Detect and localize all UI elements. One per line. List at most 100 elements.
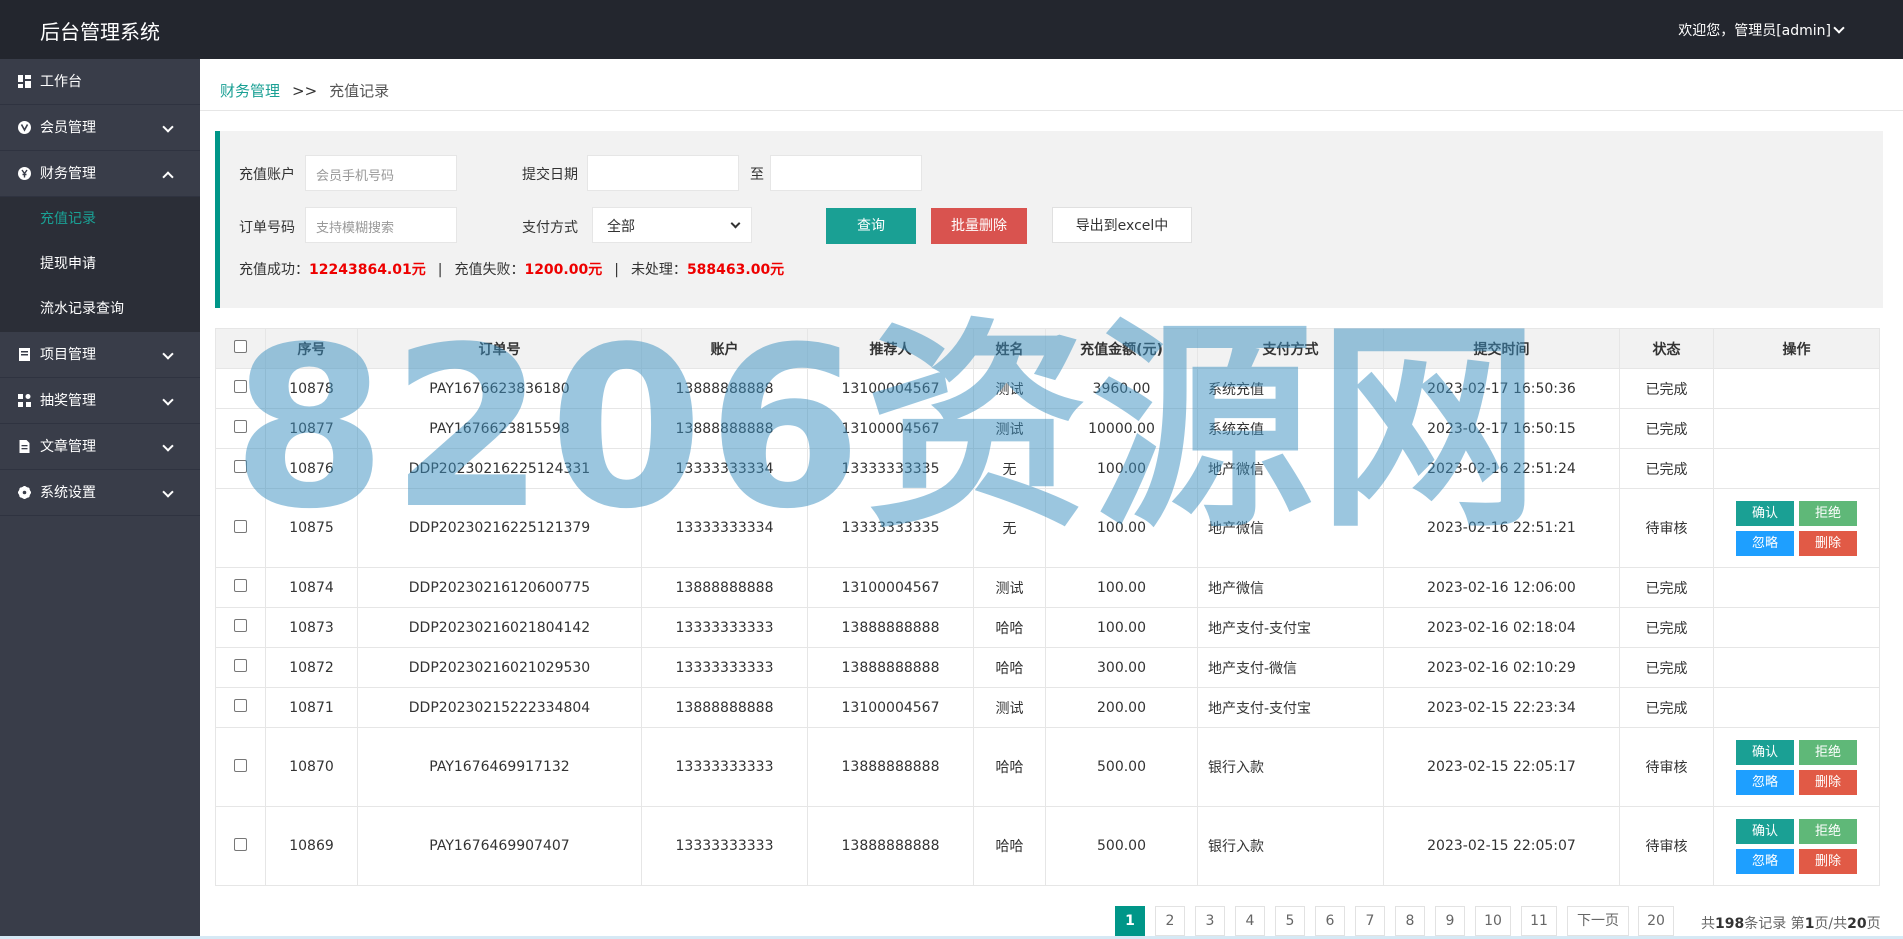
page-button[interactable]: 9 — [1435, 906, 1465, 936]
delete-button[interactable]: 删除 — [1799, 530, 1857, 556]
cell-select[interactable] — [215, 567, 266, 608]
row-checkbox[interactable] — [234, 460, 247, 473]
confirm-button[interactable]: 确认 — [1736, 818, 1794, 844]
sidebar-subitem-withdraw[interactable]: 提现申请 — [0, 242, 200, 287]
user-menu[interactable]: 欢迎您，管理员[admin] — [1678, 20, 1845, 40]
reject-button[interactable]: 拒绝 — [1799, 739, 1857, 765]
account-input[interactable]: 会员手机号码 — [305, 155, 457, 191]
date-to-input[interactable] — [770, 155, 922, 191]
cell-select[interactable] — [215, 806, 266, 886]
ignore-button[interactable]: 忽略 — [1736, 769, 1794, 795]
row-checkbox[interactable] — [234, 420, 247, 433]
stats-divider: | — [614, 262, 619, 278]
sidebar-item-projects[interactable]: 项目管理 — [0, 332, 200, 378]
cell-referrer: 13888888888 — [807, 806, 974, 886]
pay-method-select[interactable]: 全部 — [592, 207, 752, 243]
order-input[interactable]: 支持模糊搜索 — [305, 207, 457, 243]
select-all-checkbox[interactable] — [234, 340, 247, 353]
cell-time: 2023-02-15 22:05:07 — [1383, 806, 1620, 886]
page-button[interactable]: 8 — [1395, 906, 1425, 936]
cell-actions — [1713, 408, 1880, 449]
cell-select[interactable] — [215, 727, 266, 807]
page-button[interactable]: 3 — [1195, 906, 1225, 936]
cell-select[interactable] — [215, 687, 266, 728]
row-checkbox[interactable] — [234, 579, 247, 592]
sidebar-item-dashboard[interactable]: 工作台 — [0, 59, 200, 105]
cell-select[interactable] — [215, 448, 266, 489]
confirm-button[interactable]: 确认 — [1736, 500, 1794, 526]
cell-status: 已完成 — [1619, 647, 1714, 688]
cell-time: 2023-02-17 16:50:36 — [1383, 368, 1620, 409]
table-row: 10871 DDP20230215222334804 13888888888 1310… — [215, 687, 1880, 728]
page-button[interactable]: 1 — [1115, 906, 1145, 936]
cell-select[interactable] — [215, 408, 266, 449]
page-button[interactable]: 6 — [1315, 906, 1345, 936]
row-checkbox[interactable] — [234, 519, 247, 533]
sidebar-item-members[interactable]: 会员管理 — [0, 105, 200, 151]
row-checkbox[interactable] — [234, 380, 247, 393]
sidebar-item-lottery[interactable]: 抽奖管理 — [0, 378, 200, 424]
reject-button[interactable]: 拒绝 — [1799, 500, 1857, 526]
query-button[interactable]: 查询 — [826, 208, 916, 244]
cell-name: 哈哈 — [973, 647, 1046, 688]
confirm-button[interactable]: 确认 — [1736, 739, 1794, 765]
row-checkbox[interactable] — [234, 659, 247, 672]
page-button[interactable]: 11 — [1521, 906, 1557, 936]
cell-amount: 10000.00 — [1045, 408, 1198, 449]
cell-order: DDP20230215222334804 — [357, 687, 642, 728]
row-actions: 确认 拒绝 忽略 删除 — [1736, 500, 1857, 556]
cell-id: 10875 — [265, 488, 358, 568]
breadcrumb-separator: >> — [292, 82, 318, 100]
cell-order: PAY1676623836180 — [357, 368, 642, 409]
filter-panel: 充值账户 会员手机号码 提交日期 至 订单号码 支持模糊搜索 支付方式 全部 查… — [215, 131, 1883, 308]
sidebar-subitem-flow[interactable]: 流水记录查询 — [0, 287, 200, 332]
cell-select[interactable] — [215, 488, 266, 568]
cell-account: 13888888888 — [641, 567, 808, 608]
page-button[interactable]: 4 — [1235, 906, 1265, 936]
cell-select[interactable] — [215, 368, 266, 409]
ignore-button[interactable]: 忽略 — [1736, 530, 1794, 556]
yen-icon — [18, 167, 31, 180]
batch-delete-button[interactable]: 批量删除 — [931, 208, 1027, 244]
reject-button[interactable]: 拒绝 — [1799, 818, 1857, 844]
next-page-button[interactable]: 下一页 — [1567, 906, 1629, 936]
ignore-button[interactable]: 忽略 — [1736, 848, 1794, 874]
cell-amount: 500.00 — [1045, 727, 1198, 807]
cell-pay-method: 地产支付-微信 — [1197, 647, 1384, 688]
sidebar-item-finance[interactable]: 财务管理 — [0, 151, 200, 197]
cell-select[interactable] — [215, 607, 266, 648]
date-from-input[interactable] — [587, 155, 739, 191]
table-header-row: 序号 订单号 账户 推荐人 姓名 充值金额(元) 支付方式 提交时间 状态 操作 — [215, 328, 1880, 369]
last-page-button[interactable]: 20 — [1638, 906, 1674, 936]
cell-name: 测试 — [973, 567, 1046, 608]
cell-status: 待审核 — [1619, 727, 1714, 807]
table-row: 10870 PAY1676469917132 13333333333 13888888… — [215, 727, 1880, 807]
sidebar-item-articles[interactable]: 文章管理 — [0, 424, 200, 470]
header-amount: 充值金额(元) — [1045, 328, 1198, 369]
row-checkbox[interactable] — [234, 619, 247, 632]
delete-button[interactable]: 删除 — [1799, 848, 1857, 874]
chevron-down-icon — [730, 218, 741, 229]
page-button[interactable]: 2 — [1155, 906, 1185, 936]
header-select-all[interactable] — [215, 328, 266, 369]
page-button[interactable]: 5 — [1275, 906, 1305, 936]
row-checkbox[interactable] — [234, 699, 247, 712]
row-checkbox[interactable] — [234, 758, 247, 772]
cell-select[interactable] — [215, 647, 266, 688]
page-button[interactable]: 10 — [1475, 906, 1511, 936]
dashboard-icon — [18, 75, 31, 88]
export-excel-button[interactable]: 导出到excel中 — [1052, 207, 1192, 243]
row-checkbox[interactable] — [234, 837, 247, 851]
cell-name: 测试 — [973, 687, 1046, 728]
cell-time: 2023-02-16 12:06:00 — [1383, 567, 1620, 608]
cell-order: PAY1676469917132 — [357, 727, 642, 807]
total-records: 198 — [1715, 916, 1745, 932]
chevron-down-icon — [162, 486, 174, 498]
page-button[interactable]: 7 — [1355, 906, 1385, 936]
sidebar-subitem-recharge[interactable]: 充值记录 — [0, 197, 200, 242]
sidebar-item-settings[interactable]: 系统设置 — [0, 470, 200, 516]
cell-id: 10877 — [265, 408, 358, 449]
delete-button[interactable]: 删除 — [1799, 769, 1857, 795]
breadcrumb-parent[interactable]: 财务管理 — [220, 82, 280, 100]
table-row: 10877 PAY1676623815598 13888888888 13100004… — [215, 408, 1880, 449]
